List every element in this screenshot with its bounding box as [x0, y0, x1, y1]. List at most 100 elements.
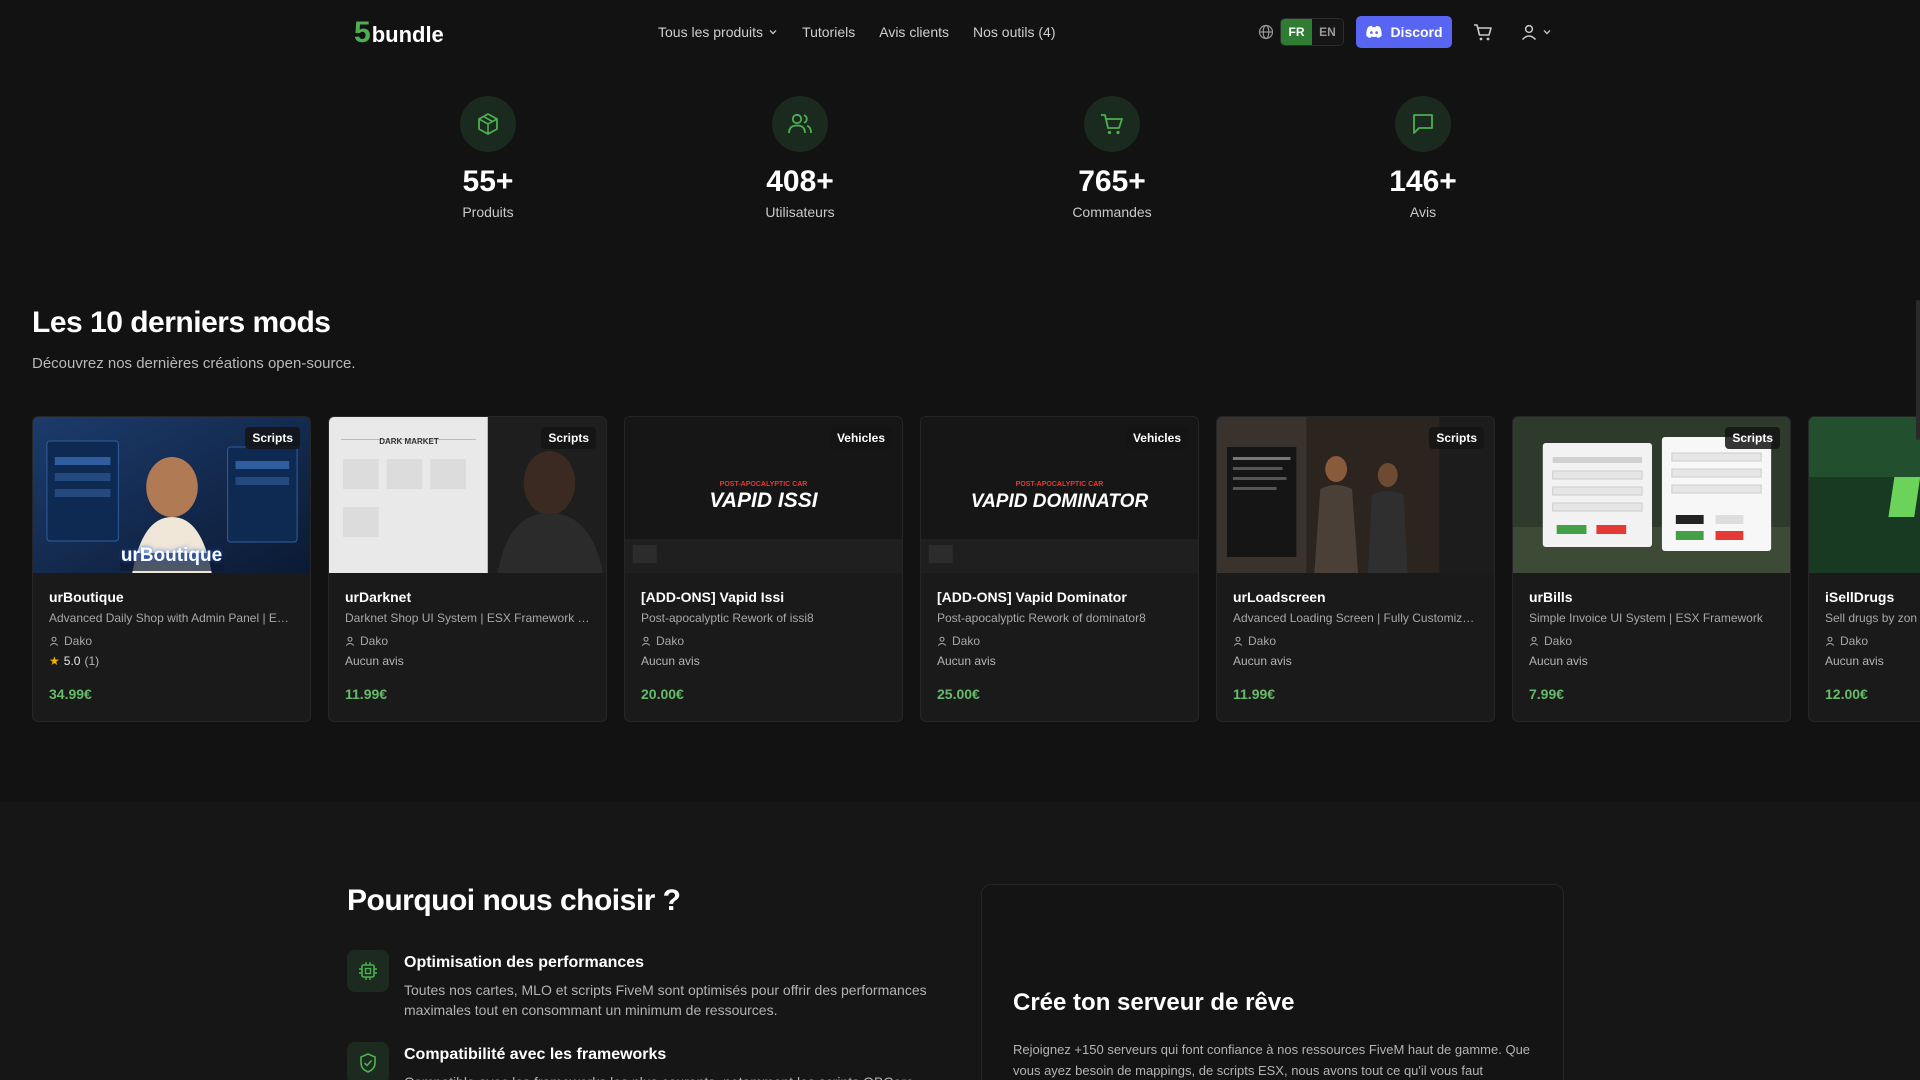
product-thumbnail: POST-APOCALYPTIC CAR VAPID DOMINATOR Veh…	[921, 417, 1198, 573]
stat-icon-wrap	[772, 96, 828, 152]
user-icon	[937, 636, 947, 646]
discord-icon	[1366, 25, 1383, 38]
product-author: Dako	[1233, 634, 1478, 648]
product-description: Simple Invoice UI System | ESX Framework	[1529, 611, 1763, 625]
stat-products: 55+ Produits	[388, 96, 588, 220]
feature-title: Compatibilité avec les frameworks	[404, 1046, 667, 1063]
top-navbar: 5 bundle Tous les produits Tutoriels Avi…	[0, 0, 1920, 64]
stat-value: 765+	[1078, 165, 1146, 198]
logo-word: bundle	[371, 22, 444, 47]
message-icon	[1413, 114, 1433, 134]
product-card[interactable]: Scripts urLoadscreen Advanced Loading Sc…	[1216, 416, 1495, 722]
product-reviews: Aucun avis	[641, 654, 700, 668]
product-title[interactable]: iSellDrugs	[1825, 589, 1920, 605]
product-author: Dako	[49, 634, 294, 648]
box-icon	[478, 113, 498, 135]
section-subtitle: Découvrez nos dernières créations open-s…	[32, 355, 356, 372]
stat-label: Avis	[1409, 204, 1437, 220]
product-price: 25.00€	[937, 686, 980, 702]
product-thumbnail: DARK MARKET Scripts	[329, 417, 606, 573]
author-name: Dako	[1544, 634, 1573, 648]
lang-fr-button[interactable]: FR	[1281, 19, 1312, 45]
user-icon	[1521, 24, 1537, 41]
dream-text: Rejoignez +150 serveurs qui font confian…	[1013, 1042, 1531, 1078]
nav-tools[interactable]: Nos outils (4)	[973, 24, 1055, 40]
product-thumbnail: Scripts	[1217, 417, 1494, 573]
feature-icon-wrap	[347, 1042, 389, 1080]
product-price: 11.99€	[345, 686, 388, 702]
product-card[interactable]: iSellDrugs Sell drugs by zon Dako Aucun …	[1808, 416, 1920, 722]
author-name: Dako	[952, 634, 981, 648]
stat-orders: 765+ Commandes	[1012, 96, 1212, 220]
category-badge: Scripts	[1725, 427, 1780, 449]
globe-icon	[1258, 24, 1274, 40]
thumbnail-kicker: POST-APOCALYPTIC CAR	[719, 481, 808, 488]
category-badge: Scripts	[541, 427, 596, 449]
product-title[interactable]: urBills	[1529, 589, 1774, 605]
feature-compatibility: Compatibilité avec les frameworks Compat…	[347, 1042, 927, 1080]
product-title[interactable]: [ADD-ONS] Vapid Issi	[641, 589, 886, 605]
page-scrollbar[interactable]	[1916, 300, 1920, 440]
stat-value: 146+	[1389, 165, 1457, 198]
product-price: 20.00€	[641, 686, 684, 702]
product-description: Post-apocalyptic Rework of dominator8	[937, 611, 1146, 625]
category-badge: Vehicles	[829, 427, 892, 449]
product-price: 12.00€	[1825, 686, 1868, 702]
thumbnail-image	[1809, 417, 1920, 573]
user-icon	[345, 636, 355, 646]
author-name: Dako	[1248, 634, 1277, 648]
thumbnail-caption: DARK MARKET	[379, 437, 439, 446]
product-card[interactable]: Scripts urBills Simple Invoice UI System…	[1512, 416, 1791, 722]
product-card[interactable]: DARK MARKET Scripts urDarknet Darknet Sh…	[328, 416, 607, 722]
product-reviews: Aucun avis	[1233, 654, 1292, 668]
product-reviews: Aucun avis	[1529, 654, 1588, 668]
why-title: Pourquoi nous choisir ?	[347, 884, 681, 917]
user-icon	[1825, 636, 1835, 646]
product-thumbnail: POST-APOCALYPTIC CAR VAPID ISSI Vehicles	[625, 417, 902, 573]
product-description: Sell drugs by zon	[1825, 611, 1918, 625]
product-title[interactable]: urDarknet	[345, 589, 590, 605]
product-description: Post-apocalyptic Rework of issi8	[641, 611, 814, 625]
nav-tutorials[interactable]: Tutoriels	[802, 24, 855, 40]
stat-users: 408+ Utilisateurs	[700, 96, 900, 220]
product-title[interactable]: [ADD-ONS] Vapid Dominator	[937, 589, 1182, 605]
product-card[interactable]: Scripts urBoutique urBoutique Advanced D…	[32, 416, 311, 722]
feature-icon-wrap	[347, 950, 389, 992]
logo[interactable]: 5 bundle	[354, 18, 444, 48]
nav-all-products[interactable]: Tous les produits	[658, 24, 778, 40]
stat-icon-wrap	[1395, 96, 1451, 152]
dream-title: Crée ton serveur de rêve	[1013, 989, 1295, 1016]
thumbnail-caption: VAPID DOMINATOR	[970, 491, 1149, 512]
feature-performance: Optimisation des performances Toutes nos…	[347, 950, 927, 1020]
discord-button[interactable]: Discord	[1356, 16, 1452, 48]
user-menu[interactable]	[1520, 23, 1552, 41]
product-description: Darknet Shop UI System | ESX Framework &…	[345, 611, 590, 625]
stat-value: 408+	[766, 165, 834, 198]
rating-count: (1)	[84, 654, 100, 668]
header-actions: FR EN Discord	[1258, 16, 1552, 48]
mods-carousel: Scripts urBoutique urBoutique Advanced D…	[32, 416, 1920, 722]
product-thumbnail: Scripts urBoutique	[33, 417, 310, 573]
stat-label: Produits	[462, 204, 514, 220]
lang-en-button[interactable]: EN	[1312, 19, 1343, 45]
product-title[interactable]: urBoutique	[49, 589, 294, 605]
main-nav: Tous les produits Tutoriels Avis clients…	[658, 20, 1055, 44]
users-icon	[788, 113, 812, 134]
product-title[interactable]: urLoadscreen	[1233, 589, 1478, 605]
product-card[interactable]: POST-APOCALYPTIC CAR VAPID DOMINATOR Veh…	[920, 416, 1199, 722]
why-us-section: Pourquoi nous choisir ? Optimisation des…	[0, 802, 1920, 1080]
chevron-down-icon	[769, 30, 777, 35]
product-reviews: Aucun avis	[937, 654, 996, 668]
user-icon	[49, 636, 59, 646]
star-icon: ★	[49, 654, 60, 668]
product-card[interactable]: POST-APOCALYPTIC CAR VAPID ISSI Vehicles…	[624, 416, 903, 722]
language-switcher: FR EN	[1280, 18, 1344, 46]
product-author: Dako	[641, 634, 886, 648]
cart-icon[interactable]	[1472, 21, 1494, 43]
product-price: 7.99€	[1529, 686, 1565, 702]
product-price: 34.99€	[49, 686, 92, 702]
product-description: Advanced Daily Shop with Admin Panel | E…	[49, 611, 294, 625]
nav-reviews[interactable]: Avis clients	[879, 24, 949, 40]
section-title: Les 10 derniers mods	[32, 306, 331, 339]
thumbnail-caption: urBoutique	[120, 545, 223, 566]
